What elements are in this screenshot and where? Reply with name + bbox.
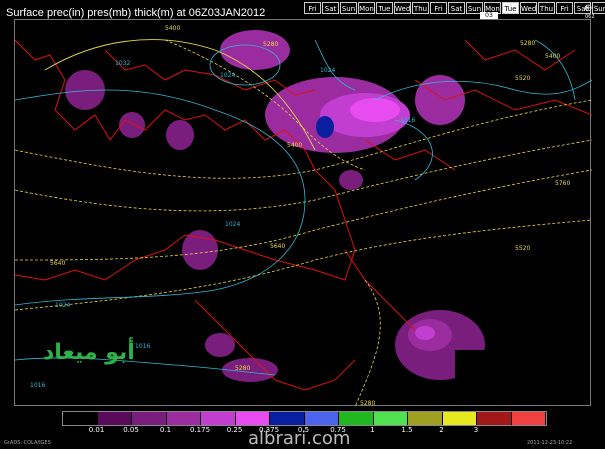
colorbar-tick-label: 0.175 <box>189 426 211 434</box>
contour-label: 1024 <box>55 302 70 309</box>
day-cell: Fri <box>304 2 321 14</box>
colorbar-swatch <box>373 412 408 425</box>
thickness-contour <box>354 279 381 408</box>
contour-label: 5640 <box>50 260 65 267</box>
colorbar-tick-label: 0.01 <box>88 426 105 434</box>
day-cell: Wed <box>520 2 537 14</box>
contour-label: 5280 <box>235 365 250 372</box>
day-cell: Fri <box>556 2 573 14</box>
day-cell: Tue <box>502 2 519 14</box>
contour-label: 5520 <box>515 245 530 252</box>
grads-logo-icon: ⊕ <box>584 3 593 14</box>
isobar <box>14 89 306 306</box>
colorbar-tick-label: 1.5 <box>401 426 413 434</box>
thickness-contour <box>14 139 593 212</box>
isobar <box>374 79 593 101</box>
colorbar-swatch <box>477 412 512 425</box>
contour-label: 1016 <box>400 117 415 124</box>
colorbar-swatch <box>132 412 167 425</box>
precip-area <box>415 326 435 340</box>
colorbar-swatch <box>63 412 98 425</box>
day-cell: Mon <box>358 2 375 14</box>
contour-label: 1024 <box>225 221 240 228</box>
colorbar-tick-label: 0.1 <box>159 426 172 434</box>
site-watermark: albrari.com <box>248 428 351 449</box>
colorbar-swatch <box>511 412 546 425</box>
day-cell: Sat <box>448 2 465 14</box>
precip-area <box>119 112 145 138</box>
day-cell: Sun <box>340 2 357 14</box>
colorbar-tick-label: 2 <box>439 426 444 434</box>
precip-colorbar <box>62 411 547 426</box>
contour-label: 5400 <box>165 25 180 32</box>
map-frame: Surface prec(in) pres(mb) thick(m) at 06… <box>0 0 605 449</box>
isobar <box>394 119 433 181</box>
day-cell: Fri <box>430 2 447 14</box>
watermark: أبو ميعاد <box>43 340 135 365</box>
colorbar-swatch <box>235 412 270 425</box>
day-cell: Sun <box>592 2 605 14</box>
precip-area <box>182 230 218 270</box>
mask <box>455 350 495 380</box>
contour-label: 1016 <box>135 343 150 350</box>
day-cell: Wed <box>394 2 411 14</box>
colorbar-tick-label: 3 <box>473 426 479 434</box>
contour-label: 1032 <box>115 60 130 67</box>
colorbar-swatch <box>97 412 132 425</box>
colorbar-swatch <box>304 412 339 425</box>
colorbar-swatch <box>166 412 201 425</box>
colorbar-swatch <box>442 412 477 425</box>
colorbar-swatch <box>270 412 305 425</box>
contour-label: 5760 <box>555 180 570 187</box>
weather-map: 5400 5280 1032 1024 1024 5400 1016 5280 5400 5520… <box>14 19 593 408</box>
contour-label: 1016 <box>30 382 45 389</box>
precip-area <box>205 333 235 357</box>
contour-label: 5280 <box>520 40 535 47</box>
day-cell: Thu <box>538 2 555 14</box>
timestamp: 2011-12-23-10:22 <box>527 440 573 446</box>
colorbar-tick-label: 0.05 <box>123 426 139 434</box>
contour-label: 5280 <box>360 400 375 407</box>
day-cell: Tue <box>376 2 393 14</box>
day-cell: Thu <box>412 2 429 14</box>
colorbar-tick-label: 1 <box>370 426 375 434</box>
contour-label: 5400 <box>545 53 560 60</box>
precip-area <box>350 98 400 122</box>
day-cell: Sat <box>322 2 339 14</box>
contour-label: 5640 <box>270 243 285 250</box>
contour-label: 5400 <box>287 142 302 149</box>
credit: GrADS: COLA/IGES <box>4 440 51 446</box>
contour-label: 5280 <box>263 41 278 48</box>
colorbar-tick-label: 0.25 <box>226 426 243 434</box>
precip-area <box>316 116 334 138</box>
contour-label: 5520 <box>515 75 530 82</box>
contour-label: 1024 <box>320 67 335 74</box>
precip-area <box>339 170 363 190</box>
colorbar-swatch <box>339 412 374 425</box>
map-title: Surface prec(in) pres(mb) thick(m) at 06… <box>6 7 266 19</box>
contour-label: 1024 <box>220 72 235 79</box>
colorbar-swatch <box>201 412 236 425</box>
day-strip: Fri Sat Sun Mon Tue Wed Thu Fri Sat Sun Mon Tue Wed T… <box>304 2 605 14</box>
colorbar-swatch <box>408 412 443 425</box>
precip-area <box>166 120 194 150</box>
active-day-date: 03 <box>480 12 498 19</box>
precip-area <box>415 75 465 125</box>
precip-area <box>220 30 290 70</box>
